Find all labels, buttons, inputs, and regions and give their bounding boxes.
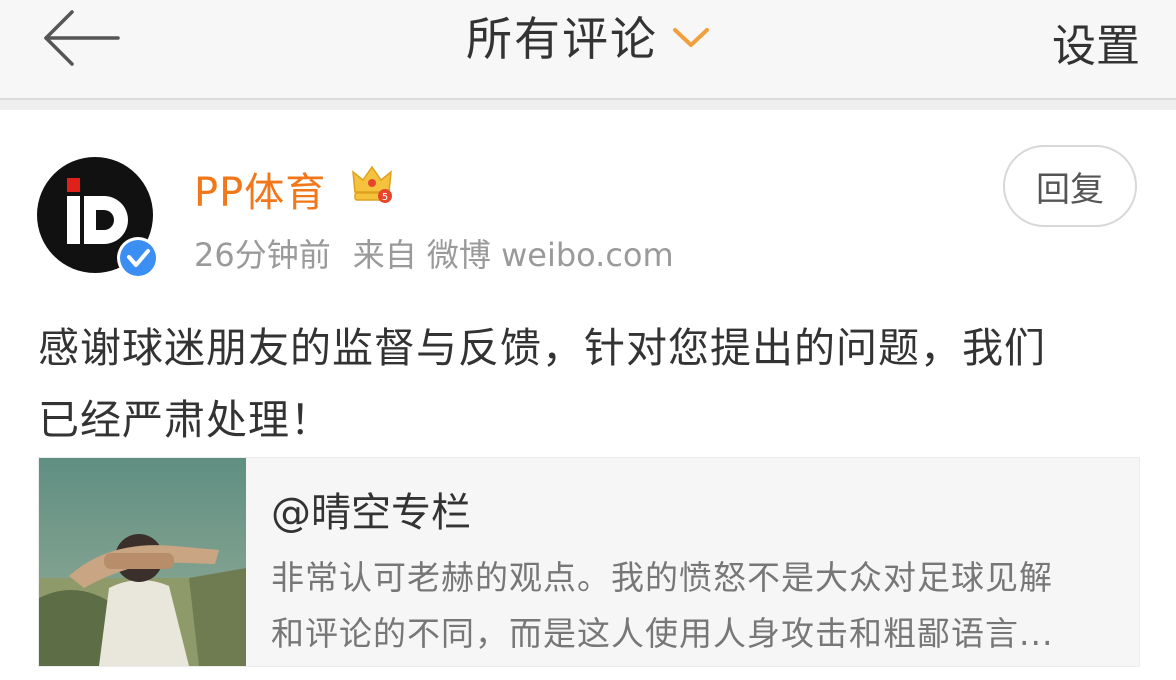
quoted-text: 非常认可老赫的观点。我的愤怒不是大众对足球见解 和评论的不同，而是这人使用人身攻… <box>271 550 1121 662</box>
verified-badge-icon <box>116 236 160 280</box>
page-title: 所有评论 <box>466 12 658 66</box>
quoted-post-thumbnail <box>39 458 246 666</box>
settings-button[interactable]: 设置 <box>1052 10 1140 74</box>
post-text: 感谢球迷朋友的监督与反馈，针对您提出的问题，我们 已经严肃处理！ <box>38 312 1138 456</box>
chevron-down-icon <box>673 28 709 47</box>
section-divider <box>0 100 1176 110</box>
post-meta: 26分钟前 来自 微博 weibo.com <box>194 230 696 276</box>
post-source: 来自 微博 weibo.com <box>352 236 674 274</box>
quoted-text-line: 非常认可老赫的观点。我的愤怒不是大众对足球见解 <box>271 558 1053 597</box>
post-text-line: 已经严肃处理！ <box>38 396 332 444</box>
post-text-line: 感谢球迷朋友的监督与反馈，针对您提出的问题，我们 <box>38 324 1046 372</box>
username[interactable]: PP体育 <box>194 160 326 218</box>
quoted-post-card[interactable]: @晴空专栏 非常认可老赫的观点。我的愤怒不是大众对足球见解 和评论的不同，而是这… <box>38 457 1140 667</box>
quoted-author[interactable]: @晴空专栏 <box>271 480 471 538</box>
top-bar: 所有评论 设置 <box>0 0 1176 100</box>
crown-member-icon[interactable]: 5 <box>350 162 394 206</box>
post-time: 26分钟前 <box>194 236 331 274</box>
quoted-text-line: 和评论的不同，而是这人使用人身攻击和粗鄙语言... <box>271 614 1054 653</box>
svg-text:5: 5 <box>382 192 388 203</box>
title-dropdown[interactable]: 所有评论 <box>0 0 1176 72</box>
reply-button[interactable]: 回复 <box>1003 145 1137 227</box>
